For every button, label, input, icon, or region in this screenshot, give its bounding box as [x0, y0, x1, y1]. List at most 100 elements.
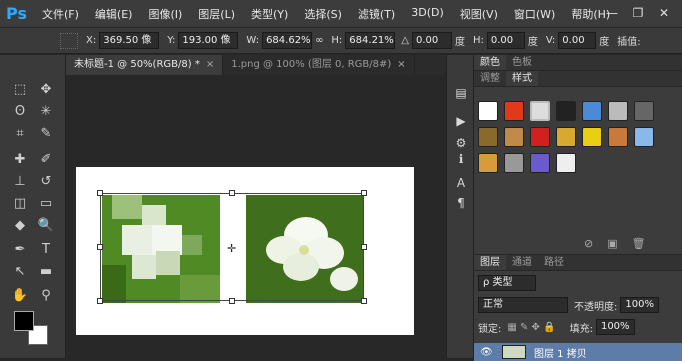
info-panel-icon[interactable]: ℹ — [453, 151, 469, 167]
move-tool-icon[interactable]: ✥ — [36, 81, 56, 99]
transform-handle[interactable] — [229, 190, 235, 196]
menu-item[interactable]: 图像(I) — [140, 6, 190, 22]
style-swatch[interactable] — [556, 153, 576, 173]
magic-wand-icon[interactable]: ✳ — [36, 103, 56, 121]
style-swatch[interactable] — [634, 127, 654, 147]
tab-color[interactable]: 颜色 — [474, 55, 506, 70]
menu-item[interactable]: 3D(D) — [403, 6, 452, 22]
link-icon[interactable]: ∞ — [315, 35, 323, 46]
marquee-tool-icon[interactable]: ⬚ — [10, 81, 30, 99]
crop-tool-icon[interactable]: ⌗ — [10, 125, 30, 143]
tab-untitled[interactable]: 未标题-1 @ 50%(RGB/8) * × — [66, 55, 224, 75]
opacity-field[interactable]: 100% — [620, 297, 659, 313]
blur-tool-icon[interactable]: ◆ — [10, 217, 30, 235]
style-swatch[interactable] — [582, 127, 602, 147]
menu-item[interactable]: 窗口(W) — [506, 6, 563, 22]
style-swatch[interactable] — [478, 127, 498, 147]
menu-item[interactable]: 类型(Y) — [243, 6, 296, 22]
style-swatch[interactable] — [556, 101, 576, 121]
tab-close-icon[interactable]: × — [206, 59, 214, 70]
transform-handle[interactable] — [361, 190, 367, 196]
y-field[interactable]: 193.00 像 — [178, 32, 239, 49]
style-swatch[interactable] — [478, 153, 498, 173]
close-button[interactable]: ✕ — [652, 4, 676, 22]
layer-name[interactable]: 图层 1 拷贝 — [534, 345, 587, 360]
menu-item[interactable]: 图层(L) — [190, 6, 243, 22]
transform-handle[interactable] — [97, 298, 103, 304]
fill-field[interactable]: 100% — [595, 319, 635, 335]
tab-adjustments[interactable]: 调整 — [474, 71, 506, 86]
transform-handle[interactable] — [361, 298, 367, 304]
hand-tool-icon[interactable]: ✋ — [10, 287, 30, 305]
lock-icons[interactable]: ▦ ✎ ✥ 🔒 — [507, 322, 555, 333]
tab-paths[interactable]: 路径 — [538, 255, 570, 270]
transform-handle[interactable] — [361, 244, 367, 250]
h-field[interactable]: 684.21% — [345, 32, 396, 49]
dodge-tool-icon[interactable]: 🔍 — [36, 217, 56, 235]
gradient-tool-icon[interactable]: ▭ — [36, 195, 56, 213]
healing-brush-icon[interactable]: ✚ — [10, 151, 30, 169]
layers-panel: 图层 通道 路径 ρ 类型 正常 不透明度: 100% 锁定: ▦ ✎ ✥ 🔒 … — [474, 254, 682, 361]
properties-panel-icon[interactable]: ⚙ — [453, 135, 469, 151]
menu-item[interactable]: 滤镜(T) — [350, 6, 403, 22]
history-panel-icon[interactable]: ▤ — [453, 85, 469, 101]
vskew-field[interactable]: 0.00 — [558, 32, 597, 49]
transform-handle[interactable] — [97, 190, 103, 196]
blend-mode-select[interactable]: 正常 — [478, 297, 568, 313]
transform-handle[interactable] — [97, 244, 103, 250]
clear-style-icon[interactable]: ⊘ — [584, 237, 593, 250]
kind-filter-select[interactable]: ρ 类型 — [478, 275, 536, 291]
tab-layers[interactable]: 图层 — [474, 255, 506, 270]
style-swatch[interactable] — [634, 101, 654, 121]
tab-close-icon[interactable]: × — [397, 59, 405, 70]
style-swatch[interactable] — [478, 101, 498, 121]
style-swatch[interactable] — [504, 127, 524, 147]
style-swatch[interactable] — [504, 153, 524, 173]
transform-handle[interactable] — [229, 298, 235, 304]
brush-tool-icon[interactable]: ✐ — [36, 151, 56, 169]
foreground-color-swatch[interactable] — [14, 311, 34, 331]
eyedropper-icon[interactable]: ✎ — [36, 125, 56, 143]
transform-center-icon[interactable]: ✛ — [227, 242, 236, 255]
eraser-tool-icon[interactable]: ◫ — [10, 195, 30, 213]
visibility-eye-icon[interactable]: 👁 — [480, 347, 496, 358]
character-panel-icon[interactable]: A — [453, 175, 469, 191]
menu-item[interactable]: 选择(S) — [296, 6, 350, 22]
angle-field[interactable]: 0.00 — [412, 32, 452, 49]
x-field[interactable]: 369.50 像 — [99, 32, 160, 49]
restore-button[interactable]: ❐ — [626, 4, 650, 22]
pen-tool-icon[interactable]: ✒ — [10, 241, 30, 259]
actions-panel-icon[interactable]: ▶ — [453, 113, 469, 129]
new-style-icon[interactable]: ▣ — [607, 237, 617, 250]
type-tool-icon[interactable]: T — [36, 241, 56, 259]
style-swatch[interactable] — [530, 153, 550, 173]
style-swatch[interactable] — [530, 101, 550, 121]
tab-channels[interactable]: 通道 — [506, 255, 538, 270]
lasso-tool-icon[interactable]: ʘ — [10, 103, 30, 121]
zoom-tool-icon[interactable]: ⚲ — [36, 287, 56, 305]
hskew-field[interactable]: 0.00 — [486, 32, 525, 49]
style-swatch[interactable] — [504, 101, 524, 121]
menu-item[interactable]: 视图(V) — [452, 6, 506, 22]
layer-row[interactable]: 👁 图层 1 拷贝 — [474, 343, 682, 361]
style-swatch[interactable] — [608, 101, 628, 121]
style-swatch[interactable] — [608, 127, 628, 147]
style-swatch[interactable] — [556, 127, 576, 147]
style-swatch[interactable] — [530, 127, 550, 147]
paragraph-panel-icon[interactable]: ¶ — [453, 195, 469, 211]
stamp-tool-icon[interactable]: ⊥ — [10, 173, 30, 191]
tab-1png[interactable]: 1.png @ 100% (图层 0, RGB/8#) × — [223, 55, 415, 75]
delete-style-icon[interactable]: 🗑 — [632, 237, 646, 250]
tab-swatches[interactable]: 色板 — [506, 55, 538, 70]
path-select-icon[interactable]: ↖ — [10, 263, 30, 281]
shape-tool-icon[interactable]: ▬ — [36, 263, 56, 281]
menu-item[interactable]: 文件(F) — [34, 6, 87, 22]
minimize-button[interactable]: — — [600, 4, 624, 22]
w-field[interactable]: 684.62% — [262, 32, 313, 49]
document-canvas[interactable]: ✛ — [76, 167, 414, 335]
tab-styles[interactable]: 样式 — [506, 71, 538, 86]
history-brush-icon[interactable]: ↺ — [36, 173, 56, 191]
style-swatch[interactable] — [582, 101, 602, 121]
reference-point-icon[interactable] — [60, 32, 78, 49]
menu-item[interactable]: 编辑(E) — [87, 6, 141, 22]
